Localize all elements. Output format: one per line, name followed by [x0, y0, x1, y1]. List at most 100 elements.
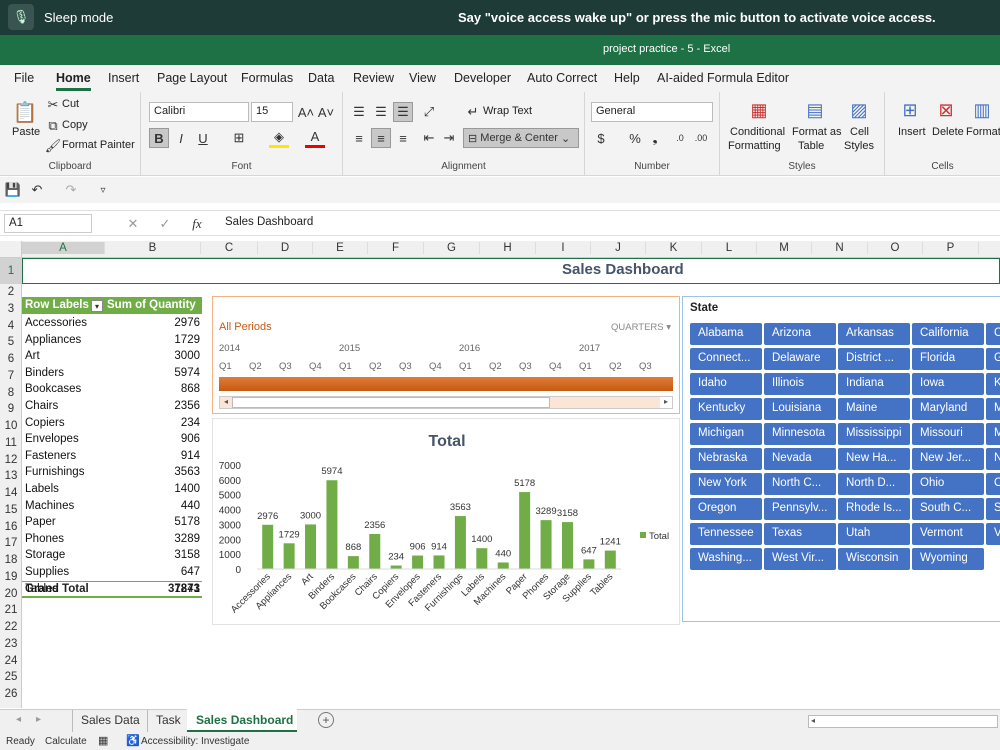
fill-color-icon[interactable]: ◈ — [269, 128, 289, 148]
bar-labels[interactable] — [476, 548, 488, 569]
slicer-item[interactable]: Missouri — [912, 423, 984, 445]
delete-cells-icon[interactable]: ⊠ — [933, 98, 959, 122]
slicer-item[interactable]: Maryland — [912, 398, 984, 420]
timeline-quarter[interactable]: Q1 — [579, 361, 592, 372]
status-calculate[interactable]: Calculate — [45, 736, 87, 747]
underline-button[interactable]: U — [193, 128, 213, 148]
timeline-quarter[interactable]: Q3 — [519, 361, 532, 372]
status-accessibility[interactable]: Accessibility: Investigate — [141, 736, 249, 747]
row-header-24[interactable]: 24 — [0, 653, 22, 670]
tab-auto-correct[interactable]: Auto Correct — [527, 71, 597, 85]
column-header-N[interactable]: N — [812, 242, 868, 254]
slicer-item[interactable]: Connect... — [690, 348, 762, 370]
column-header-A[interactable]: A — [22, 242, 105, 254]
slicer-item[interactable]: North C... — [764, 473, 836, 495]
row-header-26[interactable]: 26 — [0, 686, 22, 703]
borders-icon[interactable]: ⊞ — [229, 128, 249, 148]
tab-home[interactable]: Home — [56, 71, 91, 91]
bar-phones[interactable] — [540, 520, 552, 569]
orientation-icon[interactable]: ⤢ — [419, 102, 439, 122]
comma-style-icon[interactable]: ❟ — [647, 128, 663, 148]
align-left-icon[interactable]: ≡ — [349, 128, 369, 148]
wrap-text-icon[interactable]: ↵ — [465, 102, 481, 122]
cut-button[interactable]: Cut — [62, 98, 79, 110]
row-header-16[interactable]: 16 — [0, 519, 22, 536]
slicer-item[interactable]: Arizona — [764, 323, 836, 345]
slicer-item[interactable]: Tennessee — [690, 523, 762, 545]
decrease-indent-icon[interactable]: ⇤ — [419, 128, 439, 148]
slicer-item-partial[interactable]: S — [986, 498, 1000, 520]
slicer-item[interactable]: Arkansas — [838, 323, 910, 345]
bar-art[interactable] — [305, 524, 317, 569]
bar-machines[interactable] — [497, 562, 509, 569]
column-header-L[interactable]: L — [702, 242, 757, 254]
enter-icon[interactable]: ✓ — [152, 214, 178, 233]
column-header-J[interactable]: J — [591, 242, 646, 254]
timeline-quarter[interactable]: Q1 — [339, 361, 352, 372]
tab-developer[interactable]: Developer — [454, 71, 511, 85]
row-header-22[interactable]: 22 — [0, 619, 22, 636]
cut-icon[interactable]: ✂ — [46, 97, 60, 112]
font-color-icon[interactable]: A — [305, 128, 325, 148]
slicer-item[interactable]: New York — [690, 473, 762, 495]
slicer-item[interactable]: Ohio — [912, 473, 984, 495]
column-header-I[interactable]: I — [536, 242, 591, 254]
conditional-formatting-icon[interactable]: ▦ — [746, 98, 772, 122]
column-header-M[interactable]: M — [757, 242, 812, 254]
row-header-1[interactable]: 1 — [0, 258, 22, 284]
row-header-8[interactable]: 8 — [0, 385, 22, 402]
tab-file[interactable]: File — [14, 71, 34, 85]
row-header-9[interactable]: 9 — [0, 401, 22, 418]
bar-tables[interactable] — [604, 550, 616, 569]
slicer-item-partial[interactable]: M — [986, 423, 1000, 445]
column-header-K[interactable]: K — [646, 242, 702, 254]
slicer-item-partial[interactable]: K — [986, 373, 1000, 395]
scroll-left-icon[interactable]: ◂ — [220, 397, 232, 408]
column-header-E[interactable]: E — [313, 242, 368, 254]
slicer-item[interactable]: North D... — [838, 473, 910, 495]
bar-furnishings[interactable] — [454, 516, 466, 569]
italic-button[interactable]: I — [171, 128, 191, 148]
cancel-icon[interactable]: ✕ — [120, 214, 146, 233]
align-bottom-icon[interactable]: ☰ — [393, 102, 413, 122]
slicer-item-partial[interactable]: C — [986, 323, 1000, 345]
slicer-item[interactable]: West Vir... — [764, 548, 836, 570]
slicer-item[interactable]: Michigan — [690, 423, 762, 445]
font-name-select[interactable]: Calibri — [149, 102, 249, 122]
bar-chairs[interactable] — [369, 533, 381, 569]
next-sheet-icon[interactable]: ▸ — [36, 714, 41, 725]
filter-dropdown-icon[interactable]: ▾ — [91, 300, 103, 312]
bar-paper[interactable] — [519, 492, 531, 569]
cell-styles-line1[interactable]: Cell — [850, 126, 869, 138]
timeline-quarter[interactable]: Q2 — [609, 361, 622, 372]
slicer-item[interactable]: Kentucky — [690, 398, 762, 420]
row-header-20[interactable]: 20 — [0, 586, 22, 603]
timeline-quarter[interactable]: Q1 — [219, 361, 232, 372]
scroll-left-small-icon[interactable]: ◂ — [811, 716, 815, 725]
format-cells-icon[interactable]: ▥ — [969, 98, 995, 122]
row-header-21[interactable]: 21 — [0, 602, 22, 619]
select-all-corner[interactable] — [0, 241, 22, 257]
insert-function-icon[interactable]: fx — [184, 214, 210, 233]
slicer-item[interactable]: Oregon — [690, 498, 762, 520]
row-header-13[interactable]: 13 — [0, 468, 22, 485]
slicer-item-partial[interactable]: O — [986, 473, 1000, 495]
slicer-item[interactable]: Indiana — [838, 373, 910, 395]
increase-indent-icon[interactable]: ⇥ — [439, 128, 459, 148]
paste-icon[interactable]: 📋 — [12, 98, 38, 126]
conditional-formatting-line1[interactable]: Conditional — [730, 126, 785, 138]
row-header-5[interactable]: 5 — [0, 334, 22, 351]
cell-styles-line2[interactable]: Styles — [844, 140, 874, 152]
row-header-25[interactable]: 25 — [0, 669, 22, 686]
row-header-15[interactable]: 15 — [0, 502, 22, 519]
slicer-item[interactable]: Nevada — [764, 448, 836, 470]
slicer-item[interactable]: Illinois — [764, 373, 836, 395]
redo-icon[interactable]: ↷ — [62, 181, 80, 199]
customize-qat-icon[interactable]: ▿ — [96, 181, 110, 199]
timeline-selection-bar[interactable] — [219, 377, 673, 391]
bar-envelopes[interactable] — [412, 555, 424, 569]
slicer-item[interactable]: Rhode Is... — [838, 498, 910, 520]
timeline-quarter[interactable]: Q2 — [369, 361, 382, 372]
column-header-H[interactable]: H — [480, 242, 536, 254]
slicer-item-partial[interactable]: V — [986, 523, 1000, 545]
